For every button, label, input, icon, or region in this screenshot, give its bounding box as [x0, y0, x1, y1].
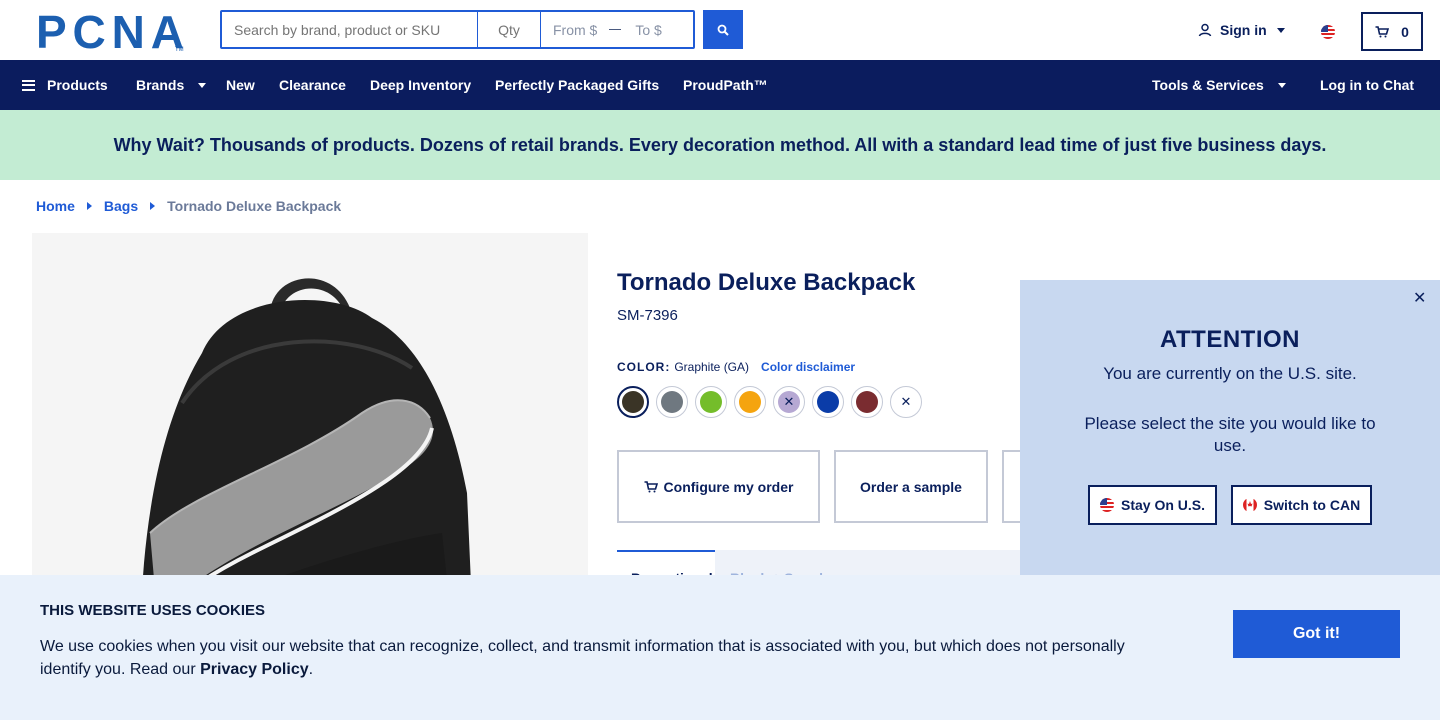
promo-banner-text: Why Wait? Thousands of products. Dozens … [113, 134, 1327, 155]
pcna-logo[interactable]: PCNA TM [36, 12, 186, 52]
cookie-title: THIS WEBSITE USES COOKIES [40, 602, 266, 619]
stay-us-button[interactable]: Stay On U.S. [1088, 485, 1217, 525]
nav-tools-services[interactable]: Tools & Services [1152, 77, 1286, 93]
cart-button[interactable]: 0 [1361, 12, 1423, 51]
nav-deep-inventory[interactable]: Deep Inventory [370, 77, 471, 93]
got-it-button[interactable]: Got it! [1233, 610, 1400, 658]
breadcrumb-home[interactable]: Home [36, 198, 75, 214]
swatch-white[interactable]: ✕ [890, 386, 922, 418]
color-disclaimer-link[interactable]: Color disclaimer [761, 360, 855, 374]
cart-count: 0 [1401, 23, 1409, 40]
caret-right-icon [86, 202, 92, 210]
configure-order-label: Configure my order [663, 478, 794, 495]
swatch-orange[interactable] [734, 386, 766, 418]
breadcrumb-current: Tornado Deluxe Backpack [167, 198, 342, 214]
nav-clearance[interactable]: Clearance [279, 77, 346, 93]
caret-right-icon [150, 202, 156, 210]
promo-banner: Why Wait? Thousands of products. Dozens … [0, 110, 1440, 180]
nav-brands[interactable]: Brands [136, 77, 207, 93]
cart-icon [1375, 25, 1390, 37]
swatch-graphite[interactable] [617, 386, 649, 418]
nav-products-label: Products [47, 77, 108, 93]
search-icon [717, 24, 729, 36]
search-button[interactable] [703, 10, 743, 49]
nav-proudpath[interactable]: ProudPath™ [683, 77, 768, 93]
nav-brands-label: Brands [136, 77, 185, 93]
cart-icon [644, 480, 658, 492]
price-range[interactable]: From $ To $ [541, 12, 662, 47]
nav-new[interactable]: New [226, 77, 255, 93]
range-dash [609, 29, 622, 30]
qty-input[interactable] [478, 12, 541, 47]
order-sample-label: Order a sample [860, 478, 962, 495]
nav-chat[interactable]: Log in to Chat [1320, 77, 1414, 93]
menu-icon [22, 79, 35, 91]
chevron-down-icon [1277, 82, 1286, 88]
user-icon [1198, 23, 1212, 37]
search-bar: From $ To $ [220, 10, 695, 49]
swatch-lime[interactable] [695, 386, 727, 418]
modal-title: ATTENTION [1159, 326, 1301, 353]
site-select-modal: ✕ ATTENTION You are currently on the U.S… [1020, 280, 1440, 580]
configure-order-button[interactable]: Configure my order [617, 450, 820, 523]
swatch-maroon[interactable] [851, 386, 883, 418]
canada-flag-icon [1242, 498, 1257, 512]
cookie-banner: THIS WEBSITE USES COOKIES We use cookies… [0, 575, 1440, 720]
breadcrumb-bags[interactable]: Bags [104, 198, 138, 214]
price-from[interactable]: From $ [553, 22, 597, 38]
us-flag-icon[interactable] [1321, 25, 1335, 39]
cookie-end: . [308, 661, 314, 678]
stay-us-label: Stay On U.S. [1120, 497, 1206, 513]
site-header: PCNA TM From $ To $ Sign in 0 [0, 0, 1440, 60]
modal-current-site-text: You are currently on the U.S. site. [1103, 364, 1357, 383]
svg-text:PCNA: PCNA [36, 12, 183, 52]
price-to[interactable]: To $ [635, 22, 661, 38]
chevron-down-icon [1276, 27, 1285, 33]
privacy-policy-link[interactable]: Privacy Policy [200, 661, 309, 678]
color-swatches: ✕ ✕ [617, 386, 929, 418]
color-info: COLOR: Graphite (GA) Color disclaimer [617, 360, 855, 374]
breadcrumb: Home Bags Tornado Deluxe Backpack [36, 198, 341, 214]
svg-text:TM: TM [175, 47, 184, 52]
main-nav: Products Brands New Clearance Deep Inven… [0, 60, 1440, 110]
search-input[interactable] [222, 12, 478, 47]
chevron-down-icon [198, 82, 207, 88]
sign-in-menu[interactable]: Sign in [1198, 22, 1285, 38]
us-flag-icon [1099, 498, 1114, 512]
swatch-royal-blue[interactable] [812, 386, 844, 418]
modal-select-text: Please select the site you would like to… [1084, 414, 1376, 455]
nav-tools-label: Tools & Services [1152, 77, 1264, 93]
unavailable-x-icon: ✕ [900, 394, 912, 409]
order-sample-button[interactable]: Order a sample [834, 450, 988, 523]
swatch-gray[interactable] [656, 386, 688, 418]
swatch-purple[interactable]: ✕ [773, 386, 805, 418]
product-title: Tornado Deluxe Backpack [617, 269, 916, 296]
color-label: COLOR: [617, 360, 671, 374]
color-value: Graphite (GA) [674, 360, 750, 374]
nav-gifts[interactable]: Perfectly Packaged Gifts [495, 77, 659, 93]
close-icon[interactable]: ✕ [1413, 288, 1426, 308]
nav-products[interactable]: Products [22, 77, 108, 93]
sign-in-label: Sign in [1220, 22, 1267, 38]
product-sku: SM-7396 [617, 307, 678, 324]
unavailable-x-icon: ✕ [783, 394, 795, 409]
cookie-text: We use cookies when you visit our websit… [40, 635, 1160, 681]
switch-can-label: Switch to CAN [1263, 497, 1361, 513]
switch-can-button[interactable]: Switch to CAN [1231, 485, 1372, 525]
